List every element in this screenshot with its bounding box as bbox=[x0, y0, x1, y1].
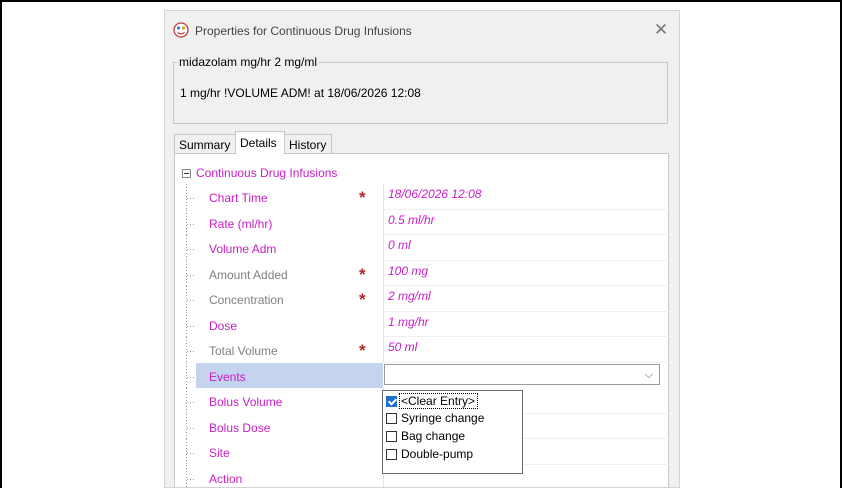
tree-line bbox=[186, 209, 187, 235]
tree-branch bbox=[187, 402, 194, 403]
tree-branch bbox=[187, 376, 194, 378]
checkbox-icon[interactable] bbox=[386, 431, 397, 442]
tab-summary[interactable]: Summary bbox=[174, 134, 236, 153]
event-option-label: <Clear Entry> bbox=[398, 393, 479, 409]
tree-branch bbox=[187, 351, 194, 352]
column-divider bbox=[383, 209, 384, 235]
app-icon bbox=[173, 22, 189, 38]
tree-branch bbox=[187, 453, 194, 454]
infusion-name: midazolam mg/hr 2 mg/ml bbox=[177, 55, 320, 69]
tree-branch bbox=[187, 478, 194, 480]
tree-branch bbox=[187, 198, 194, 199]
property-row-total-volume[interactable]: Total Volume * 50 ml bbox=[175, 337, 669, 363]
checkbox-icon[interactable] bbox=[386, 449, 397, 460]
column-divider bbox=[383, 184, 384, 210]
property-row-events[interactable]: Events ⌵ bbox=[175, 362, 668, 388]
required-marker: * bbox=[359, 188, 366, 207]
tree-branch bbox=[187, 325, 194, 327]
tree-branch bbox=[187, 427, 194, 429]
close-button[interactable]: ✕ bbox=[649, 19, 673, 41]
property-value[interactable]: 2 mg/ml bbox=[388, 289, 431, 303]
property-name: Rate (ml/hr) bbox=[209, 216, 273, 231]
events-option-list: <Clear Entry> Syringe change Bag change … bbox=[382, 390, 523, 474]
tree-line bbox=[186, 413, 187, 439]
tree-line bbox=[186, 388, 187, 414]
tree-line bbox=[186, 184, 187, 210]
column-divider bbox=[383, 260, 384, 286]
infusion-summary-group: midazolam mg/hr 2 mg/ml 1 mg/hr !VOLUME … bbox=[173, 55, 668, 124]
property-name: Bolus Dose bbox=[209, 420, 271, 435]
tab-details[interactable]: Details bbox=[235, 131, 285, 154]
chevron-down-icon[interactable]: ⌵ bbox=[645, 369, 653, 382]
tree-line bbox=[186, 464, 187, 487]
property-value[interactable]: 50 ml bbox=[388, 340, 417, 354]
column-divider bbox=[383, 286, 384, 312]
property-name: Total Volume bbox=[209, 344, 278, 358]
property-row-amount-added[interactable]: Amount Added * 100 mg bbox=[175, 260, 669, 286]
property-name: Amount Added bbox=[209, 267, 288, 282]
frame-border-left bbox=[0, 0, 2, 488]
event-option-label: Bag change bbox=[401, 429, 466, 443]
property-name: Dose bbox=[209, 318, 238, 333]
property-name: Bolus Volume bbox=[209, 395, 283, 409]
property-row-concentration[interactable]: Concentration * 2 mg/ml bbox=[175, 286, 669, 312]
event-option-clear-entry[interactable]: <Clear Entry> bbox=[385, 393, 520, 410]
title-bar: Properties for Continuous Drug Infusions… bbox=[165, 11, 679, 49]
property-value[interactable]: 0 ml bbox=[388, 238, 411, 252]
property-row-volume-adm[interactable]: Volume Adm 0 ml bbox=[175, 235, 669, 261]
tab-history[interactable]: History bbox=[284, 134, 332, 153]
property-name: Site bbox=[209, 446, 230, 460]
tree-line bbox=[186, 311, 187, 337]
events-dropdown[interactable]: ⌵ bbox=[384, 363, 660, 385]
property-name: Action bbox=[209, 471, 243, 486]
event-option-double-pump[interactable]: Double-pump bbox=[385, 446, 520, 463]
property-value[interactable]: 18/06/2026 12:08 bbox=[388, 187, 481, 201]
property-name: Concentration bbox=[209, 293, 284, 307]
column-divider bbox=[383, 337, 384, 363]
tree-branch bbox=[187, 300, 194, 301]
event-option-label: Syringe change bbox=[401, 411, 485, 425]
property-row-chart-time[interactable]: Chart Time * 18/06/2026 12:08 bbox=[175, 184, 669, 210]
tree-line bbox=[186, 439, 187, 465]
required-marker: * bbox=[359, 341, 366, 360]
checkbox-icon[interactable] bbox=[386, 413, 397, 424]
column-divider bbox=[383, 311, 384, 337]
property-name: Chart Time bbox=[209, 191, 268, 205]
tree-branch bbox=[187, 274, 194, 276]
property-row-rate[interactable]: Rate (ml/hr) 0.5 ml/hr bbox=[175, 209, 669, 235]
category-row[interactable]: Continuous Drug Infusions bbox=[175, 163, 668, 183]
property-name: Volume Adm bbox=[209, 242, 277, 256]
property-name: Events bbox=[209, 369, 246, 384]
tree-line bbox=[186, 337, 187, 363]
tree-branch bbox=[187, 223, 194, 225]
tree-branch bbox=[187, 249, 194, 250]
property-value[interactable]: 100 mg bbox=[388, 264, 428, 278]
required-marker: * bbox=[359, 290, 366, 309]
tree-line bbox=[186, 235, 187, 261]
event-option-syringe-change[interactable]: Syringe change bbox=[385, 410, 520, 427]
property-value[interactable]: 1 mg/hr bbox=[388, 315, 429, 329]
dialog-title: Properties for Continuous Drug Infusions bbox=[195, 24, 412, 38]
tree-line bbox=[186, 362, 187, 388]
required-marker: * bbox=[359, 264, 366, 284]
tree-line bbox=[186, 260, 187, 286]
checkbox-checked-icon[interactable] bbox=[386, 396, 397, 407]
infusion-summary-text: 1 mg/hr !VOLUME ADM! at 18/06/2026 12:08 bbox=[180, 86, 421, 100]
collapse-minus-icon[interactable] bbox=[182, 169, 191, 178]
column-divider bbox=[383, 235, 384, 261]
property-value[interactable]: 0.5 ml/hr bbox=[388, 213, 435, 227]
tree-line bbox=[186, 286, 187, 312]
property-row-dose[interactable]: Dose 1 mg/hr bbox=[175, 311, 669, 337]
category-label: Continuous Drug Infusions bbox=[196, 166, 338, 180]
event-option-bag-change[interactable]: Bag change bbox=[385, 428, 520, 445]
frame-border-top bbox=[0, 0, 842, 2]
event-option-label: Double-pump bbox=[401, 447, 474, 461]
